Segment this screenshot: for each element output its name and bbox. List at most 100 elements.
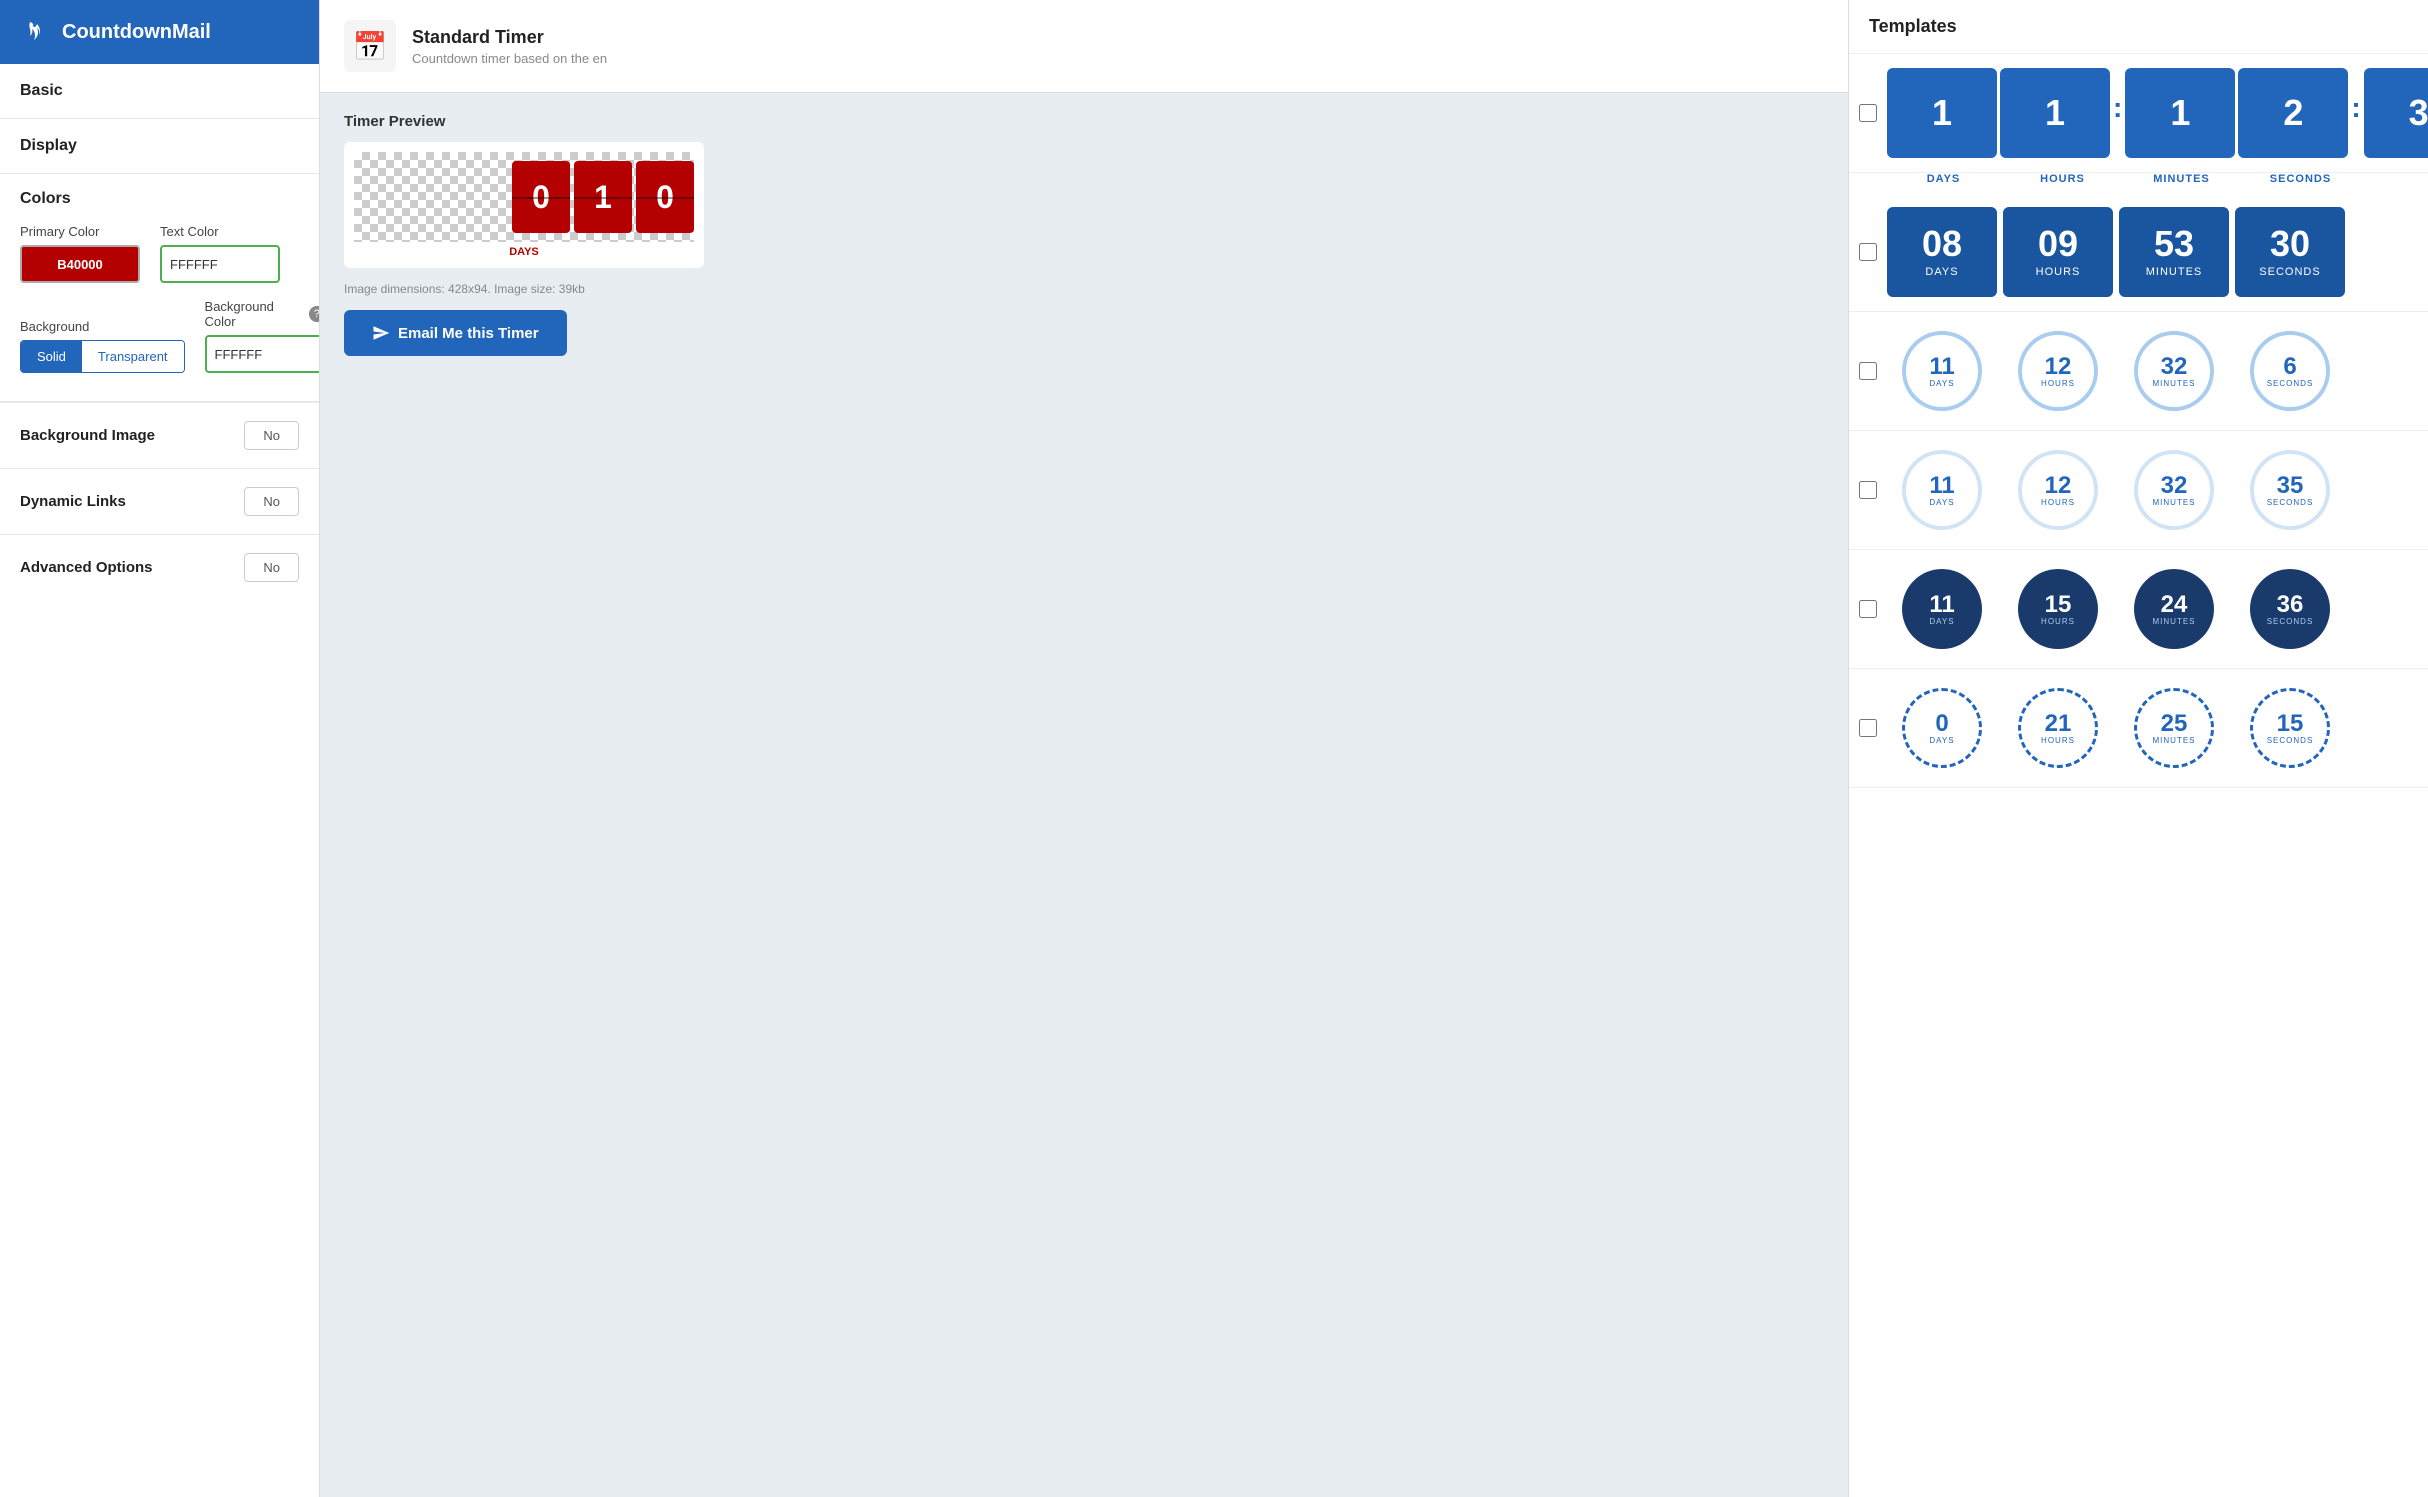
template-blocks-1: 1 1 : 1 2 : 3 1 : 5 5 — [1887, 68, 2428, 158]
min-digit1-1[interactable]: 3 — [2364, 68, 2428, 158]
circle-dark-seconds: 36 SECONDS — [2250, 569, 2330, 649]
tpl2-minutes[interactable]: 53 MINUTES — [2119, 207, 2229, 297]
circle-dark-hours: 15 HOURS — [2018, 569, 2098, 649]
primary-color-swatch[interactable]: B40000 — [20, 245, 140, 283]
tpl6-hours[interactable]: 21 HOURS — [2003, 683, 2113, 773]
circle-seconds-3: 6 SECONDS — [2250, 331, 2330, 411]
tpl4-hours[interactable]: 12 HOURS — [2003, 445, 2113, 535]
bg-solid-btn[interactable]: Solid — [21, 341, 82, 372]
bg-color-label: Background Color ? — [205, 299, 319, 329]
circle-days-3: 11 DAYS — [1902, 331, 1982, 411]
preview-title: Timer Preview — [344, 113, 1824, 130]
circle-dark-days: 11 DAYS — [1902, 569, 1982, 649]
tpl6-days[interactable]: 0 DAYS — [1887, 683, 1997, 773]
template-checkbox-4[interactable] — [1859, 481, 1877, 499]
flip-block-2: 0 — [636, 161, 694, 233]
timer-type-title: Standard Timer — [412, 27, 607, 48]
timer-type-description: Countdown timer based on the en — [412, 51, 607, 66]
hours-label-1: HOURS — [2006, 173, 2119, 185]
logo-icon — [16, 14, 52, 50]
send-icon — [372, 324, 390, 342]
template-checkbox-1[interactable] — [1859, 104, 1877, 122]
circle-hours-3: 12 HOURS — [2018, 331, 2098, 411]
center-panel: 📅 Standard Timer Countdown timer based o… — [320, 0, 1848, 1497]
advanced-options-label: Advanced Options — [20, 559, 153, 576]
labels-row-1: DAYS HOURS MINUTES SECONDS — [1849, 173, 2428, 193]
tpl3-hours[interactable]: 12 HOURS — [2003, 326, 2113, 416]
tpl6-minutes[interactable]: 25 MINUTES — [2119, 683, 2229, 773]
tpl4-minutes[interactable]: 32 MINUTES — [2119, 445, 2229, 535]
tpl3-days[interactable]: 11 DAYS — [1887, 326, 1997, 416]
days-group-1: 1 1 — [1887, 68, 2110, 158]
tpl3-seconds[interactable]: 6 SECONDS — [2235, 326, 2345, 416]
calendar-icon-box: 📅 — [344, 20, 396, 72]
circle-minutes-3: 32 MINUTES — [2134, 331, 2214, 411]
bg-color-input[interactable] — [205, 335, 319, 373]
sidebar-nav: Basic Display Colors Primary Color B4000… — [0, 64, 319, 1497]
display-nav-item[interactable]: Display — [0, 119, 319, 173]
tpl5-seconds[interactable]: 36 SECONDS — [2235, 564, 2345, 654]
bg-transparent-btn[interactable]: Transparent — [82, 341, 184, 372]
email-btn-label: Email Me this Timer — [398, 325, 539, 342]
circle-dark-minutes: 24 MINUTES — [2134, 569, 2214, 649]
color-row-primary: Primary Color B40000 Text Color — [20, 224, 299, 283]
timer-type-info: Standard Timer Countdown timer based on … — [412, 27, 607, 66]
template-checkbox-6[interactable] — [1859, 719, 1877, 737]
template-preview-1: 1 1 : 1 2 : 3 1 : 5 5 — [1887, 68, 2428, 158]
bg-field: Background Solid Transparent — [20, 319, 185, 373]
template-preview-2: 08 DAYS 09 HOURS 53 MINUTES 30 SECONDS — [1887, 207, 2418, 297]
minutes-label-1: MINUTES — [2125, 173, 2238, 185]
template-checkbox-5[interactable] — [1859, 600, 1877, 618]
nav-section-display[interactable]: Display — [0, 119, 319, 174]
timer-preview-blocks: 0 1 0 — [512, 161, 694, 233]
bg-toggle-group[interactable]: Solid Transparent — [20, 340, 185, 373]
bg-color-field: Background Color ? — [205, 299, 319, 373]
tpl6-seconds[interactable]: 15 SECONDS — [2235, 683, 2345, 773]
tpl3-minutes[interactable]: 32 MINUTES — [2119, 326, 2229, 416]
days-digit2-1[interactable]: 1 — [2000, 68, 2110, 158]
minutes-group-1: 3 1 — [2364, 68, 2428, 158]
sidebar: CountdownMail Basic Display Colors Prima… — [0, 0, 320, 1497]
template-row-1: 1 1 : 1 2 : 3 1 : 5 5 — [1849, 54, 2428, 173]
template-checkbox-2[interactable] — [1859, 243, 1877, 261]
template-preview-3: 11 DAYS 12 HOURS 32 MINUTES 6 SECO — [1887, 326, 2418, 416]
template-preview-5: 11 DAYS 15 HOURS 24 MINUTES 36 SEC — [1887, 564, 2418, 654]
primary-color-label: Primary Color — [20, 224, 140, 239]
circle-dashed-days: 0 DAYS — [1902, 688, 1982, 768]
option-row-dynamic-links: Dynamic Links No — [0, 468, 319, 534]
sep2: : — [2351, 92, 2360, 124]
email-me-button[interactable]: Email Me this Timer — [344, 310, 567, 356]
checkerboard-bg: 0 1 0 — [354, 152, 694, 242]
colors-title: Colors — [20, 190, 299, 208]
text-color-label: Text Color — [160, 224, 280, 239]
tpl2-hours[interactable]: 09 HOURS — [2003, 207, 2113, 297]
advanced-options-btn[interactable]: No — [244, 553, 299, 582]
tpl5-days[interactable]: 11 DAYS — [1887, 564, 1997, 654]
template-row-5: 11 DAYS 15 HOURS 24 MINUTES 36 SEC — [1849, 550, 2428, 669]
days-digit1-1[interactable]: 1 — [1887, 68, 1997, 158]
tpl4-days[interactable]: 11 DAYS — [1887, 445, 1997, 535]
basic-nav-item[interactable]: Basic — [0, 64, 319, 118]
hours-digit2-1[interactable]: 2 — [2238, 68, 2348, 158]
template-checkbox-3[interactable] — [1859, 362, 1877, 380]
template-row-4: 11 DAYS 12 HOURS 32 MINUTES 35 SEC — [1849, 431, 2428, 550]
tpl2-days[interactable]: 08 DAYS — [1887, 207, 1997, 297]
bg-image-label: Background Image — [20, 427, 155, 444]
bg-image-btn[interactable]: No — [244, 421, 299, 450]
tpl4-seconds[interactable]: 35 SECONDS — [2235, 445, 2345, 535]
image-dims: Image dimensions: 428x94. Image size: 39… — [344, 282, 1824, 296]
template-row-2: 08 DAYS 09 HOURS 53 MINUTES 30 SECONDS — [1849, 193, 2428, 312]
tpl5-minutes[interactable]: 24 MINUTES — [2119, 564, 2229, 654]
nav-section-basic[interactable]: Basic — [0, 64, 319, 119]
bg-color-help-icon[interactable]: ? — [309, 306, 319, 322]
text-color-input[interactable] — [160, 245, 280, 283]
sidebar-header: CountdownMail — [0, 0, 319, 64]
option-row-advanced: Advanced Options No — [0, 534, 319, 600]
tpl5-hours[interactable]: 15 HOURS — [2003, 564, 2113, 654]
hours-digit1-1[interactable]: 1 — [2125, 68, 2235, 158]
templates-header: Templates — [1849, 0, 2428, 54]
option-row-bg-image: Background Image No — [0, 402, 319, 468]
tpl2-seconds[interactable]: 30 SECONDS — [2235, 207, 2345, 297]
preview-area: Timer Preview 0 1 0 DAYS Image dimension… — [320, 93, 1848, 376]
dynamic-links-btn[interactable]: No — [244, 487, 299, 516]
